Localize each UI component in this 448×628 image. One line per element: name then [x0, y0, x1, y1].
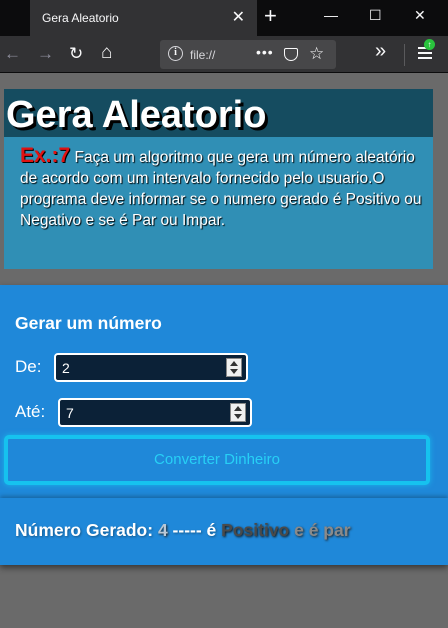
result-sign: Positivo [221, 520, 290, 540]
reload-icon[interactable]: ↻ [69, 45, 83, 62]
tab-gera-aleatorio[interactable]: Gera Aleatorio ✕ [30, 0, 257, 36]
exercise-label: Ex.:7 [20, 144, 71, 167]
result-prefix: Número Gerado: [15, 520, 158, 540]
header-card: Gera Aleatorio Ex.:7 Faça um algoritmo q… [4, 89, 433, 269]
to-spinner[interactable] [230, 403, 246, 422]
spin-down-icon[interactable] [230, 369, 238, 374]
result-number: 4 [157, 520, 168, 540]
exercise-description: Ex.:7 Faça um algoritmo que gera um núme… [20, 145, 430, 231]
overflow-icon[interactable]: » [375, 41, 386, 61]
new-tab-icon[interactable]: + [264, 5, 277, 27]
pocket-icon[interactable] [284, 48, 298, 61]
toolbar-divider [404, 44, 405, 66]
home-icon[interactable]: ⌂ [101, 43, 112, 62]
minimize-icon[interactable]: — [324, 7, 338, 23]
from-label: De: [15, 357, 42, 376]
from-number-input[interactable]: 2 [54, 353, 248, 382]
navigation-bar: ← → ↻ ⌂ i file:// ••• ☆ » ↑ [0, 36, 448, 73]
result-text: Número Gerado: 4 ----- é Positivo e é pa… [15, 520, 351, 541]
bookmark-star-icon[interactable]: ☆ [309, 44, 324, 64]
result-parity: e é par [289, 520, 351, 540]
spin-up-icon[interactable] [234, 406, 242, 411]
window-close-icon[interactable]: ✕ [414, 7, 426, 24]
close-tab-icon[interactable]: ✕ [232, 7, 245, 27]
page-title: Gera Aleatorio [6, 94, 267, 136]
to-label: Até: [15, 402, 46, 421]
info-icon[interactable]: i [168, 46, 183, 61]
tab-bar: Gera Aleatorio ✕ + — ☐ ✕ [0, 0, 448, 36]
generator-panel: Gerar um número De: 2 Até: 7 Converter D… [0, 285, 448, 565]
spin-up-icon[interactable] [230, 361, 238, 366]
spin-down-icon[interactable] [234, 414, 242, 419]
url-text[interactable]: file:// [190, 48, 215, 62]
result-separator: ----- é [167, 520, 222, 540]
title-bar: Gera Aleatorio [4, 89, 433, 137]
tab-title: Gera Aleatorio [42, 11, 119, 25]
result-bar: Número Gerado: 4 ----- é Positivo e é pa… [0, 498, 448, 565]
from-value: 2 [62, 360, 70, 376]
description-text: Faça um algoritmo que gera um número ale… [20, 149, 422, 229]
to-number-input[interactable]: 7 [58, 398, 252, 427]
update-badge-icon: ↑ [424, 39, 435, 50]
url-bar[interactable]: i file:// ••• ☆ [160, 40, 336, 69]
maximize-icon[interactable]: ☐ [369, 7, 382, 24]
to-value: 7 [66, 405, 74, 421]
forward-icon[interactable]: → [37, 45, 54, 62]
form-title: Gerar um número [15, 313, 162, 333]
convert-button[interactable]: Converter Dinheiro [4, 435, 430, 485]
page-actions-icon[interactable]: ••• [256, 44, 274, 60]
back-icon[interactable]: ← [4, 45, 21, 62]
from-spinner[interactable] [226, 358, 242, 377]
